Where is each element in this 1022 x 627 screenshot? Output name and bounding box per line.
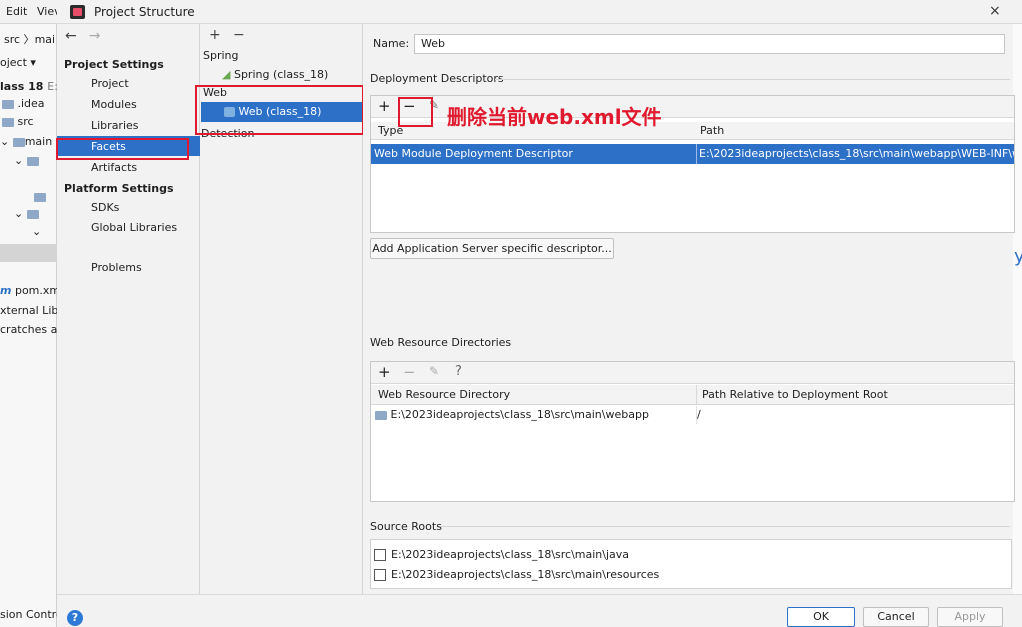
tree-pom[interactable]: m pom.xml <box>0 284 57 297</box>
dd-col-path[interactable]: Path <box>700 124 724 137</box>
folder-icon <box>12 137 25 147</box>
source-roots-title: Source Roots <box>370 520 442 533</box>
maven-icon: m <box>0 284 12 297</box>
ok-button[interactable]: OK <box>787 607 855 627</box>
remove-highlight-box <box>398 97 433 127</box>
name-field[interactable]: Web <box>414 34 1005 54</box>
tree-root[interactable]: lass 18 E:\ <box>0 80 57 93</box>
folder-icon <box>26 209 39 219</box>
tree-scratches[interactable]: cratches an <box>0 323 57 336</box>
tree-external-libraries[interactable]: xternal Libr <box>0 304 57 317</box>
editor-fragment: y <box>1014 246 1022 267</box>
tree-src[interactable]: src <box>2 115 59 128</box>
table-row[interactable]: Web Module Deployment Descriptor E:\2023… <box>371 144 1014 164</box>
wr-row-rel: / <box>697 408 701 421</box>
cancel-button[interactable]: Cancel <box>863 607 929 627</box>
dd-row-type: Web Module Deployment Descriptor <box>374 147 573 160</box>
menu-edit[interactable]: Edit <box>6 5 27 18</box>
group-separator <box>495 79 1010 80</box>
web-resource-table: + − ✎ ? Web Resource Directory Path Rela… <box>370 361 1015 502</box>
source-root-resources-label: E:\2023ideaprojects\class_18\src\main\re… <box>391 568 660 581</box>
version-control-tab[interactable]: sion Control <box>0 608 57 621</box>
source-root-java-checkbox[interactable] <box>374 549 386 561</box>
dd-row-path: E:\2023ideaprojects\class_18\src\main\we… <box>699 147 1014 160</box>
tree-idea[interactable]: .idea <box>2 97 59 110</box>
annotation-text: 删除当前web.xml文件 <box>447 105 662 129</box>
deployment-descriptors-title: Deployment Descriptors <box>370 72 504 85</box>
nav-item-global-libraries[interactable]: Global Libraries <box>91 221 177 234</box>
source-root-resources-checkbox[interactable] <box>374 569 386 581</box>
facet-remove-button[interactable]: − <box>233 27 245 43</box>
facets-highlight-box <box>56 138 189 160</box>
table-row[interactable]: E:\2023ideaprojects\class_18\src\main\we… <box>371 406 1014 424</box>
web-resource-title: Web Resource Directories <box>370 336 512 349</box>
back-arrow-icon[interactable]: ← <box>65 28 77 44</box>
name-label: Name: <box>373 37 410 50</box>
spring-leaf-icon: ◢ <box>222 68 231 81</box>
dd-add-button[interactable]: + <box>378 97 391 115</box>
tree-selected-row <box>0 244 57 262</box>
wr-col-rel[interactable]: Path Relative to Deployment Root <box>702 388 888 401</box>
dialog-title: Project Structure <box>94 5 195 19</box>
intellij-icon <box>70 5 85 19</box>
nav-item-libraries[interactable]: Libraries <box>91 119 139 132</box>
forward-arrow-icon[interactable]: → <box>89 28 101 44</box>
wr-col-dir[interactable]: Web Resource Directory <box>378 388 510 401</box>
column-divider <box>696 144 697 164</box>
wr-toolbar <box>371 362 1014 384</box>
folder-icon <box>375 410 387 420</box>
nav-item-modules[interactable]: Modules <box>91 98 137 111</box>
column-divider <box>696 385 697 405</box>
source-root-java-label: E:\2023ideaprojects\class_18\src\main\ja… <box>391 548 630 561</box>
breadcrumb: src 〉mai <box>4 33 56 46</box>
wr-row-dir: E:\2023ideaprojects\class_18\src\main\we… <box>375 408 649 421</box>
add-server-descriptor-button[interactable]: Add Application Server specific descript… <box>370 238 614 259</box>
source-roots-list <box>370 539 1012 589</box>
ide-project-tree: src 〉mai oject ▾ lass 18 E:\ .idea src ⌄… <box>0 24 57 627</box>
folder-icon <box>26 156 39 166</box>
folder-icon <box>2 99 14 109</box>
project-header[interactable]: oject ▾ <box>0 56 57 69</box>
nav-item-artifacts[interactable]: Artifacts <box>91 161 137 174</box>
facet-add-button[interactable]: + <box>209 27 221 43</box>
dialog-titlebar <box>57 0 1022 24</box>
nav-history: ← → <box>65 28 112 44</box>
nav-item-problems[interactable]: Problems <box>91 261 142 274</box>
project-settings-title: Project Settings <box>64 58 164 71</box>
group-separator <box>440 526 1010 527</box>
wr-remove-button[interactable]: − <box>403 363 416 381</box>
wr-help-icon[interactable]: ? <box>455 364 462 379</box>
platform-settings-title: Platform Settings <box>64 182 174 195</box>
tree-main[interactable]: ⌄ main <box>0 135 57 148</box>
wr-add-button[interactable]: + <box>378 363 391 381</box>
help-icon[interactable]: ? <box>67 610 83 626</box>
web-facet-highlight-box <box>195 85 364 135</box>
folder-icon <box>34 192 46 202</box>
close-button[interactable]: × <box>989 3 1001 19</box>
nav-item-project[interactable]: Project <box>91 77 129 90</box>
nav-item-sdks[interactable]: SDKs <box>91 201 119 214</box>
folder-icon <box>2 117 14 127</box>
wr-edit-icon[interactable]: ✎ <box>429 364 439 378</box>
facet-group-spring[interactable]: Spring <box>203 49 239 62</box>
apply-button[interactable]: Apply <box>937 607 1003 627</box>
facet-spring-item[interactable]: ◢ Spring (class_18) <box>222 68 328 81</box>
